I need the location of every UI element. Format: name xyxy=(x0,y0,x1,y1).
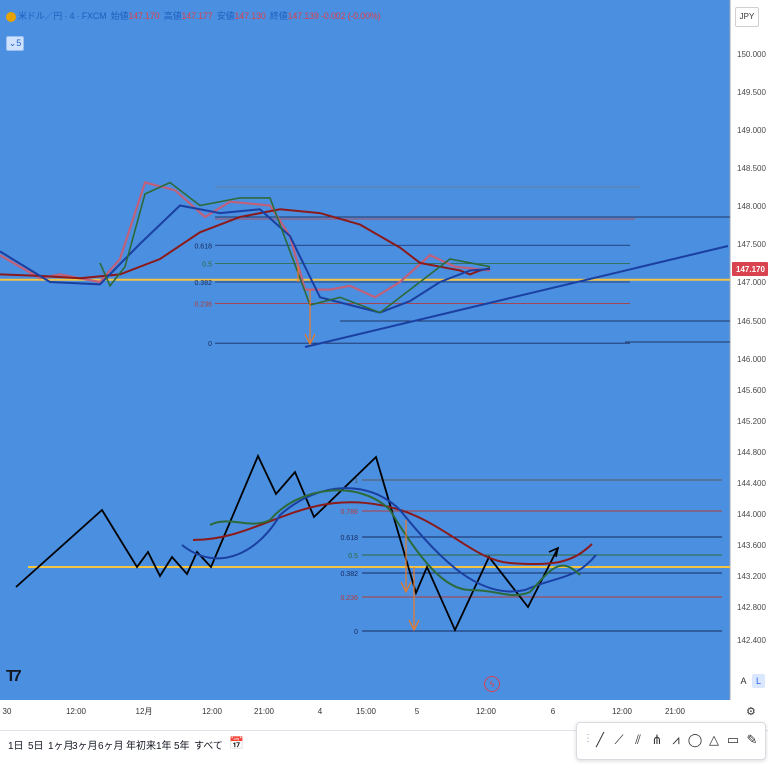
time-tick-label: 30 xyxy=(3,707,12,716)
low-value: 147.130 xyxy=(234,11,266,21)
plot-area-bg xyxy=(0,0,730,700)
gear-icon[interactable]: ⚙ xyxy=(746,705,756,718)
fib-level-label-illustration: 0.236 xyxy=(340,595,358,602)
fib-level-label-illustration: 1 xyxy=(354,478,358,485)
time-tick-label: 21:00 xyxy=(665,707,686,716)
price-tick-label: 147.500 xyxy=(737,240,766,249)
time-tick-label: 12:00 xyxy=(202,707,223,716)
price-tick-label: 149.500 xyxy=(737,88,766,97)
change-value: -0.002 (-0.00%) xyxy=(320,11,381,21)
price-tick-label: 148.000 xyxy=(737,202,766,211)
price-tick-label: 144.000 xyxy=(737,510,766,519)
time-tick-label: 15:00 xyxy=(356,707,377,716)
high-label: 高値 xyxy=(163,11,182,21)
time-tick-label: 12:00 xyxy=(66,707,87,716)
low-label: 安値 xyxy=(216,11,235,21)
price-tick-label: 146.500 xyxy=(737,317,766,326)
rectangle-icon[interactable]: ▭ xyxy=(725,732,741,748)
price-tick-label: 146.000 xyxy=(737,355,766,364)
triangle-icon[interactable]: △ xyxy=(706,732,722,748)
log-scale-button[interactable]: L xyxy=(752,674,765,688)
fib-level-label-illustration: 0.5 xyxy=(348,553,358,560)
pitchfork-icon[interactable]: ⋔ xyxy=(649,732,665,748)
fib-level-label: 0.5 xyxy=(202,262,212,269)
range-button[interactable]: 1ヶ月 xyxy=(48,737,74,752)
high-value: 147.177 xyxy=(181,11,213,21)
price-tick-label: 144.400 xyxy=(737,479,766,488)
close-value: 147.139 xyxy=(287,11,319,21)
price-tick-label: 147.000 xyxy=(737,278,766,287)
interval-label[interactable]: 4 xyxy=(69,11,74,21)
flash-icon[interactable]: ϟ xyxy=(484,676,500,692)
fib-level-label-illustration: 0.382 xyxy=(340,571,358,578)
time-tick-label: 6 xyxy=(551,707,556,716)
range-button[interactable]: 1日 xyxy=(8,737,24,752)
close-label: 終値 xyxy=(269,11,288,21)
calendar-icon[interactable]: 📅 xyxy=(229,736,244,750)
price-axis-bg xyxy=(730,0,768,700)
current-price-value: 147.170 xyxy=(736,265,765,274)
fib-level-label-illustration: 0.786 xyxy=(340,509,358,516)
range-button[interactable]: 6ヶ月 xyxy=(98,737,124,752)
price-tick-label: 150.000 xyxy=(737,50,766,59)
chart-app: 150.000 149.500 149.000 148.500 148.000 147.5… xyxy=(0,0,768,769)
price-tick-label: 142.800 xyxy=(737,603,766,612)
open-label: 始値 xyxy=(110,11,129,21)
time-tick-label: 12月 xyxy=(136,707,153,716)
price-tick-label: 148.500 xyxy=(737,164,766,173)
path-icon[interactable]: ⩘ xyxy=(668,732,684,748)
tradingview-logo[interactable]: T7 xyxy=(6,668,22,686)
currency-flag-icon xyxy=(6,11,16,22)
source-label: FXCM xyxy=(81,11,107,21)
line-tool-icon[interactable]: ╱ xyxy=(592,732,608,748)
time-tick-label: 12:00 xyxy=(612,707,633,716)
price-tick-label: 144.800 xyxy=(737,448,766,457)
indicator-toggle-button[interactable]: ⌄5 xyxy=(6,36,24,51)
chart-header: 米ドル／円 · 4 · FXCM 始値147.170 高値147.177 安値1… xyxy=(6,9,381,22)
fib-level-label: 0.618 xyxy=(194,243,212,250)
circle-icon[interactable]: ◯ xyxy=(687,732,703,748)
range-button[interactable]: 5年 xyxy=(174,737,190,752)
fib-level-label-illustration: 0.618 xyxy=(340,535,358,542)
fib-level-label-illustration: 0 xyxy=(354,629,358,636)
time-tick-label: 12:00 xyxy=(476,707,497,716)
symbol-name[interactable]: 米ドル／円 xyxy=(18,11,62,21)
chart-canvas[interactable]: 150.000 149.500 149.000 148.500 148.000 147.5… xyxy=(0,0,768,768)
range-button[interactable]: 年初来 xyxy=(126,737,156,752)
price-tick-label: 149.000 xyxy=(737,126,766,135)
price-tick-label: 143.200 xyxy=(737,572,766,581)
time-tick-label: 21:00 xyxy=(254,707,275,716)
fib-level-label: 0.382 xyxy=(194,280,212,287)
auto-scale-button[interactable]: A xyxy=(737,674,750,688)
ray-tool-icon[interactable]: ⟋ xyxy=(611,732,627,748)
currency-button[interactable]: JPY xyxy=(735,7,759,27)
fib-level-label: 0 xyxy=(208,341,212,348)
open-value: 147.170 xyxy=(128,11,160,21)
range-button[interactable]: すべて xyxy=(194,737,223,752)
range-button[interactable]: 3ヶ月 xyxy=(72,737,98,752)
range-button[interactable]: 1年 xyxy=(156,737,172,752)
brush-icon[interactable]: ✎ xyxy=(744,732,760,748)
time-tick-label: 5 xyxy=(415,707,420,716)
fib-level-label: 0.236 xyxy=(194,301,212,308)
price-tick-label: 145.600 xyxy=(737,386,766,395)
price-tick-label: 143.600 xyxy=(737,541,766,550)
price-tick-label: 142.400 xyxy=(737,636,766,645)
range-button[interactable]: 5日 xyxy=(28,737,44,752)
parallel-channel-icon[interactable]: ⫽ xyxy=(630,732,646,748)
price-tick-label: 145.200 xyxy=(737,417,766,426)
time-tick-label: 4 xyxy=(318,707,323,716)
